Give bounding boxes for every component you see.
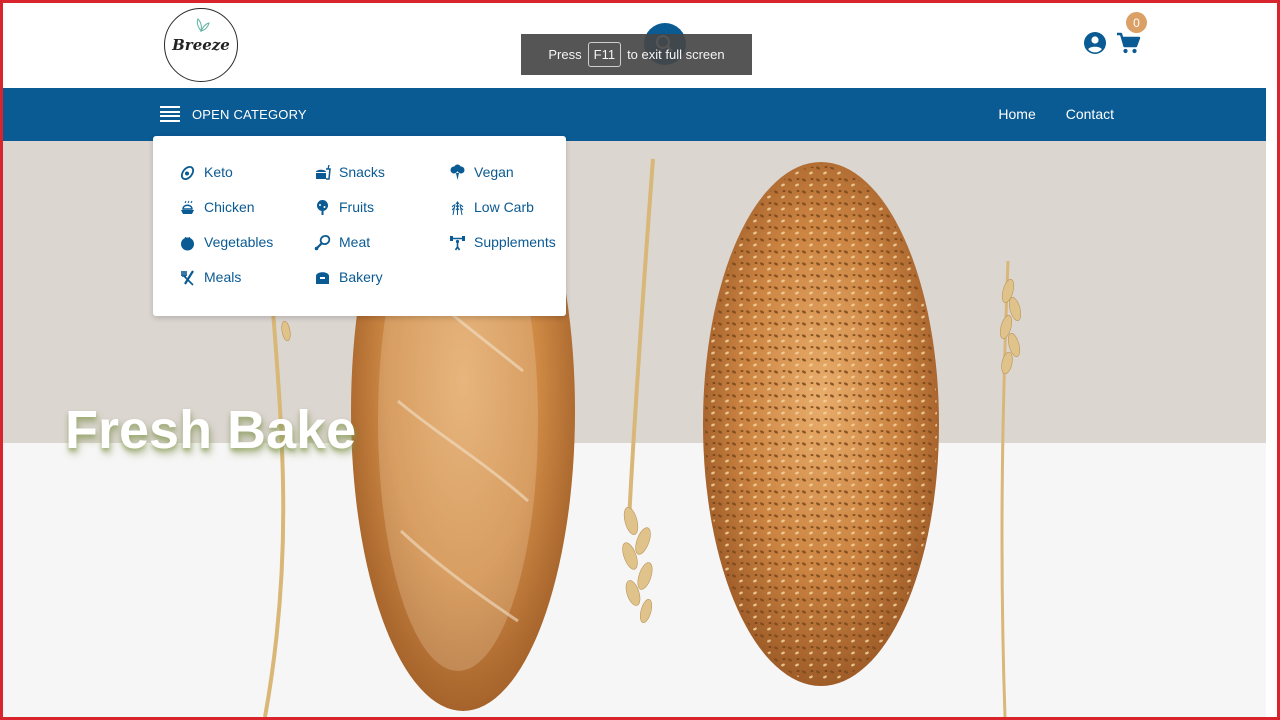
tomato-icon — [181, 236, 194, 250]
avocado-icon — [180, 165, 195, 180]
category-snacks[interactable]: Snacks — [314, 162, 385, 182]
bread-icon — [316, 271, 329, 284]
cart-count-badge: 0 — [1126, 12, 1147, 33]
fruit-tree-icon — [317, 199, 328, 215]
fast-food-icon — [316, 164, 331, 180]
main-navbar: OPEN CATEGORY Home Contact — [3, 88, 1266, 141]
category-vegetables[interactable]: Vegetables — [179, 232, 273, 252]
category-vegan[interactable]: Vegan — [449, 162, 514, 182]
nav-link-contact[interactable]: Contact — [1066, 106, 1114, 122]
wheat-icon — [451, 200, 464, 215]
category-label: Supplements — [474, 234, 556, 250]
category-label: Low Carb — [474, 199, 534, 215]
leaf-icon — [196, 18, 210, 32]
category-label: Meals — [204, 269, 242, 285]
hero-title: Fresh Bake — [65, 400, 357, 460]
nav-links: Home Contact — [998, 106, 1114, 122]
category-meals[interactable]: Meals — [179, 267, 241, 287]
category-meat[interactable]: Meat — [314, 232, 370, 252]
category-fruits[interactable]: Fruits — [314, 197, 374, 217]
category-bakery[interactable]: Bakery — [314, 267, 383, 287]
roast-chicken-icon — [181, 200, 194, 214]
category-label: Bakery — [339, 269, 383, 285]
open-category-button[interactable]: OPEN CATEGORY — [160, 104, 307, 124]
shopping-cart-icon[interactable] — [1115, 30, 1141, 56]
nav-link-home[interactable]: Home — [998, 106, 1035, 122]
category-label: Chicken — [204, 199, 255, 215]
category-supplements[interactable]: Supplements — [449, 232, 556, 252]
hamburger-icon — [160, 106, 180, 122]
brand-logo[interactable]: Breeze — [164, 8, 238, 82]
category-label: Snacks — [339, 164, 385, 180]
account-circle-icon[interactable] — [1083, 31, 1107, 55]
category-label: Vegetables — [204, 234, 274, 250]
category-low-carb[interactable]: Low Carb — [449, 197, 534, 217]
category-dropdown: Keto Chicken Vegetables Meals Snacks Fru… — [153, 136, 566, 316]
fullscreen-toast: Press F11 to exit full screen — [521, 34, 752, 75]
category-keto[interactable]: Keto — [179, 162, 233, 182]
category-chicken[interactable]: Chicken — [179, 197, 255, 217]
toast-key: F11 — [587, 42, 622, 67]
category-label: Meat — [339, 234, 371, 250]
dumbbell-person-icon — [450, 235, 465, 250]
toast-prefix: Press — [548, 47, 582, 62]
category-label: Fruits — [339, 199, 374, 215]
broccoli-icon — [450, 164, 465, 180]
toast-suffix: to exit full screen — [627, 47, 725, 62]
open-category-label: OPEN CATEGORY — [192, 106, 307, 122]
fork-knife-icon — [181, 269, 194, 286]
category-label: Keto — [204, 164, 233, 180]
category-label: Vegan — [474, 164, 514, 180]
drumstick-icon — [314, 234, 331, 250]
logo-text: Breeze — [172, 36, 230, 54]
